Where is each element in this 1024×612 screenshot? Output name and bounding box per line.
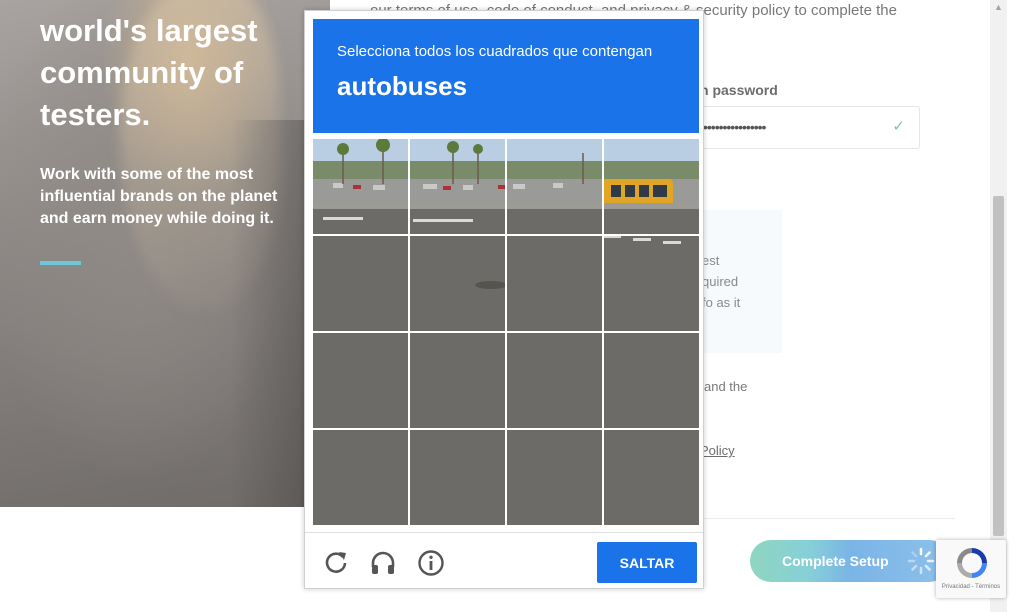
loading-spinner-icon [907,547,935,575]
hero-panel: world's largest community of testers. Wo… [0,0,330,507]
captcha-tile-image [604,139,699,234]
captcha-image-grid [313,139,699,525]
captcha-tile[interactable] [313,333,408,428]
captcha-tile-image [507,333,602,428]
privacy-policy-link[interactable]: Policy [700,443,735,458]
refresh-icon[interactable] [322,549,350,577]
recaptcha-logo-icon [957,548,987,578]
captcha-footer-divider [305,532,703,533]
captcha-tile[interactable] [507,430,602,525]
captcha-tile[interactable] [410,333,505,428]
scroll-up-arrow-icon[interactable]: ▲ [990,2,1007,16]
complete-setup-label: Complete Setup [782,553,889,569]
captcha-tile-image [313,236,408,331]
skip-button[interactable]: SALTAR [597,542,697,583]
captcha-tile[interactable] [313,430,408,525]
captcha-tile[interactable] [604,430,699,525]
hero-accent-bar [40,261,81,265]
captcha-tile-image [507,139,602,234]
audio-headphones-icon[interactable] [369,549,397,577]
captcha-tile-image [410,430,505,525]
info-icon[interactable] [417,549,445,577]
terms-agreement-text: and the [704,379,748,394]
info-line: est [702,253,720,268]
captcha-tile-image [604,430,699,525]
captcha-target-object: autobuses [337,71,468,101]
info-line: quired [702,274,739,289]
captcha-tile[interactable] [604,333,699,428]
page-scrollbar[interactable]: ▲ [990,0,1007,612]
hero-subtitle: Work with some of the most influential b… [40,166,278,227]
captcha-tile[interactable] [604,139,699,234]
captcha-tile-image [410,333,505,428]
check-icon: ✓ [892,118,905,135]
password-mask: •••••••••••••••• [703,119,766,135]
captcha-tile-image [313,139,408,234]
scrollbar-thumb[interactable] [993,196,1004,536]
captcha-tile-image [604,236,699,331]
captcha-tile[interactable] [313,236,408,331]
captcha-tile-image [410,236,505,331]
captcha-tile[interactable] [507,333,602,428]
captcha-tile-image [410,139,505,234]
captcha-header: Selecciona todos los cuadrados que conte… [313,19,699,133]
recaptcha-badge[interactable]: Privacidad - Términos [936,540,1006,598]
captcha-tile-image [313,430,408,525]
captcha-tile[interactable] [313,139,408,234]
recaptcha-terms[interactable]: Privacidad - Términos [936,584,1006,590]
captcha-tile-image [507,236,602,331]
captcha-tile[interactable] [410,236,505,331]
hero-title: world's largest community of testers. [40,13,258,132]
captcha-tile[interactable] [604,236,699,331]
captcha-challenge: Selecciona todos los cuadrados que conte… [304,10,704,589]
captcha-instruction: Selecciona todos los cuadrados que conte… [337,43,653,60]
confirm-password-label: n password [700,82,778,98]
captcha-tile-image [313,333,408,428]
captcha-tile[interactable] [410,139,505,234]
complete-setup-button[interactable]: Complete Setup [750,540,950,582]
info-line: fo as it [702,295,741,310]
captcha-tile[interactable] [507,236,602,331]
captcha-tile-image [604,333,699,428]
captcha-tile[interactable] [410,430,505,525]
confirm-password-field[interactable]: •••••••••••••••• ✓ [690,106,920,149]
form-divider [700,518,955,519]
captcha-tile[interactable] [507,139,602,234]
captcha-tile-image [507,430,602,525]
